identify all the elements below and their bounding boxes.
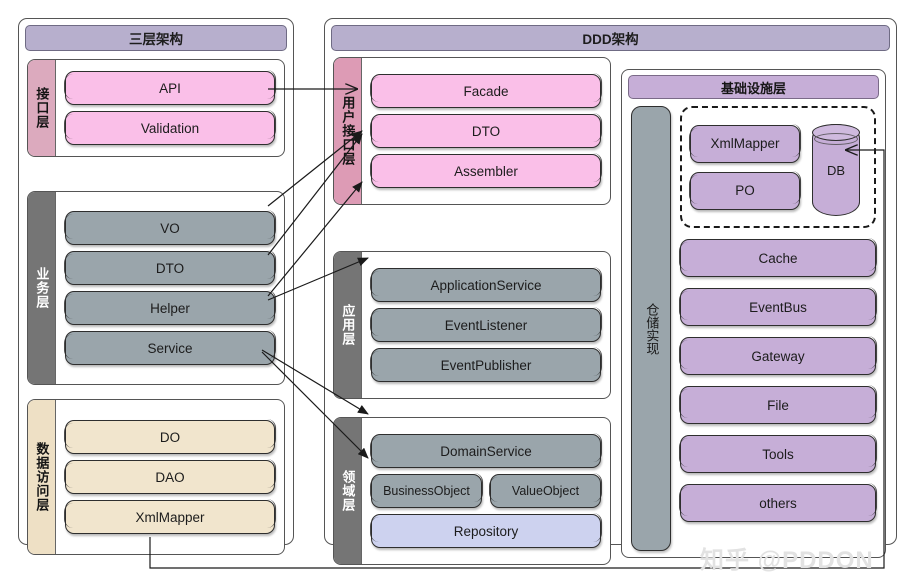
infrastructure-items-column: XmlMapper PO DB Cache EventBus Gateway F… (679, 106, 877, 549)
box-vo[interactable]: VO (64, 210, 276, 245)
box-xmlmapper-left[interactable]: XmlMapper (64, 499, 276, 534)
box-value-object[interactable]: ValueObject (489, 473, 602, 508)
box-event-publisher[interactable]: EventPublisher (370, 347, 602, 382)
box-validation[interactable]: Validation (64, 110, 276, 145)
db-label: DB (826, 162, 846, 178)
layer-domain: 领域层 DomainService BusinessObject ValueOb… (333, 417, 611, 565)
box-dto-ui[interactable]: DTO (370, 113, 602, 148)
three-tier-panel: 三层架构 接口层 API Validation 业务层 VO DTO Helpe… (18, 18, 294, 555)
layer-business-label: 业务层 (28, 192, 56, 384)
box-xmlmapper-infra[interactable]: XmlMapper (689, 123, 801, 163)
box-dao[interactable]: DAO (64, 459, 276, 494)
box-repository[interactable]: Repository (370, 513, 602, 548)
box-tools[interactable]: Tools (679, 434, 877, 473)
three-tier-title: 三层架构 (25, 25, 287, 51)
box-assembler[interactable]: Assembler (370, 153, 602, 188)
box-api[interactable]: API (64, 70, 276, 105)
layer-interface: 接口层 API Validation (27, 59, 285, 157)
layer-business: 业务层 VO DTO Helper Service (27, 191, 285, 385)
box-helper[interactable]: Helper (64, 290, 276, 325)
box-po[interactable]: PO (689, 170, 801, 210)
box-facade[interactable]: Facade (370, 73, 602, 108)
box-dto-biz[interactable]: DTO (64, 250, 276, 285)
box-do[interactable]: DO (64, 419, 276, 454)
ddd-layers-column: 用户接口层 Facade DTO Assembler 应用层 Applicati… (331, 57, 613, 565)
layer-interface-label: 接口层 (28, 60, 56, 156)
box-file[interactable]: File (679, 385, 877, 424)
layer-user-interface: 用户接口层 Facade DTO Assembler (333, 57, 611, 205)
layer-data-access: 数据访问层 DO DAO XmlMapper (27, 399, 285, 555)
layer-application-label: 应用层 (334, 252, 362, 398)
database-cylinder[interactable]: DB (808, 116, 866, 218)
layer-application: 应用层 ApplicationService EventListener Eve… (333, 251, 611, 399)
layer-domain-label: 领域层 (334, 418, 362, 564)
box-application-service[interactable]: ApplicationService (370, 267, 602, 302)
db-top-ellipse-2 (814, 133, 858, 145)
box-gateway[interactable]: Gateway (679, 336, 877, 375)
box-service[interactable]: Service (64, 330, 276, 365)
infrastructure-list: Cache EventBus Gateway File Tools others (679, 238, 877, 522)
ddd-title: DDD架构 (331, 25, 890, 51)
box-others[interactable]: others (679, 483, 877, 522)
persistence-group: XmlMapper PO DB (680, 106, 876, 228)
box-domain-service[interactable]: DomainService (370, 433, 602, 468)
box-event-listener[interactable]: EventListener (370, 307, 602, 342)
layer-user-interface-label: 用户接口层 (334, 58, 362, 204)
box-eventbus[interactable]: EventBus (679, 287, 877, 326)
infrastructure-title: 基础设施层 (628, 75, 879, 99)
box-business-object[interactable]: BusinessObject (370, 473, 483, 508)
watermark: 知乎 @PDDON (700, 547, 874, 574)
architecture-diagram: 三层架构 接口层 API Validation 业务层 VO DTO Helpe… (0, 0, 915, 588)
infrastructure-panel: 基础设施层 仓储实现 XmlMapper PO DB Cache EventBu… (621, 69, 886, 558)
box-cache[interactable]: Cache (679, 238, 877, 277)
ddd-panel: DDD架构 用户接口层 Facade DTO Assembler 应用层 App… (324, 18, 897, 565)
repository-implementation[interactable]: 仓储实现 (631, 106, 671, 551)
layer-data-access-label: 数据访问层 (28, 400, 56, 554)
